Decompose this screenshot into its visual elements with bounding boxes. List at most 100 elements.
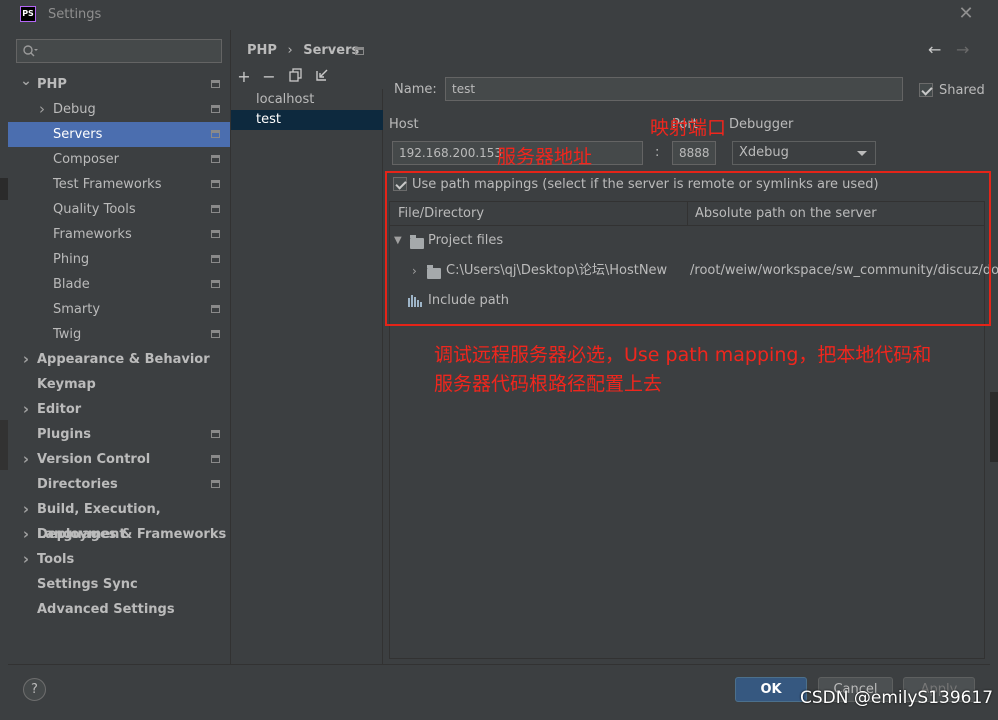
sidebar-item-label: Servers: [53, 127, 103, 142]
sidebar-item-settings-sync[interactable]: Settings Sync: [8, 572, 230, 597]
project-scope-icon: [211, 480, 220, 488]
sidebar-item-build-execution-deployment[interactable]: › Build, Execution, Deployment: [8, 497, 230, 542]
server-item-localhost[interactable]: localhost: [231, 90, 383, 110]
port-separator: :: [655, 145, 660, 160]
annotation-port-map: 映射端口: [650, 117, 727, 139]
sidebar-item-label: Keymap: [37, 377, 96, 392]
breadcrumb-php[interactable]: PHP: [247, 43, 277, 58]
sidebar-item-label: Advanced Settings: [37, 602, 175, 617]
watermark: CSDN @emilyS139617: [800, 688, 994, 708]
annotation-highlight-box: [385, 171, 991, 326]
sidebar-item-phing[interactable]: Phing: [8, 247, 230, 272]
sidebar-item-languages-frameworks[interactable]: › Languages & Frameworks: [8, 522, 230, 547]
host-label: Host: [389, 117, 419, 132]
bottom-divider: [8, 664, 990, 665]
sidebar-item-label: Frameworks: [53, 227, 132, 242]
copy-icon[interactable]: [288, 68, 304, 86]
sidebar-item-blade[interactable]: Blade: [8, 272, 230, 297]
sidebar-item-servers[interactable]: Servers: [8, 122, 230, 147]
debugger-select[interactable]: Xdebug: [732, 141, 876, 165]
port-input[interactable]: 8888: [672, 141, 716, 165]
sidebar-item-quality-tools[interactable]: Quality Tools: [8, 197, 230, 222]
project-scope-icon: [211, 230, 220, 238]
sidebar-item-label: Quality Tools: [53, 202, 136, 217]
project-scope-icon: [211, 180, 220, 188]
chevron-right-icon[interactable]: ›: [20, 547, 32, 572]
debugger-value: Xdebug: [739, 145, 789, 160]
project-scope-icon: [355, 47, 364, 55]
add-icon[interactable]: +: [236, 68, 252, 86]
name-input[interactable]: test: [445, 77, 903, 101]
sidebar-item-debug[interactable]: › Debug: [8, 97, 230, 122]
sidebar-item-label: Twig: [53, 327, 82, 342]
breadcrumb-servers: Servers: [303, 43, 360, 58]
sidebar-item-label: Directories: [37, 477, 118, 492]
sidebar-item-label: Settings Sync: [37, 577, 138, 592]
sidebar-item-label: Phing: [53, 252, 90, 267]
sidebar-item-keymap[interactable]: Keymap: [8, 372, 230, 397]
sidebar-item-frameworks[interactable]: Frameworks: [8, 222, 230, 247]
background-edge: [0, 420, 8, 470]
server-item-test[interactable]: test: [231, 110, 383, 130]
sidebar-item-label: Composer: [53, 152, 120, 167]
ok-button[interactable]: OK: [735, 677, 807, 702]
phpstorm-logo-icon: PS: [20, 6, 36, 22]
sidebar-item-test-frameworks[interactable]: Test Frameworks: [8, 172, 230, 197]
chevron-down-icon[interactable]: ⌄: [20, 72, 32, 97]
chevron-right-icon[interactable]: ›: [20, 397, 32, 422]
sidebar-item-composer[interactable]: Composer: [8, 147, 230, 172]
background-edge: [990, 392, 998, 462]
sidebar-item-version-control[interactable]: › Version Control: [8, 447, 230, 472]
sidebar-item-editor[interactable]: › Editor: [8, 397, 230, 422]
sidebar-item-php[interactable]: ⌄ PHP: [8, 72, 230, 97]
breadcrumb-separator: ›: [287, 43, 293, 58]
project-scope-icon: [211, 105, 220, 113]
debugger-label: Debugger: [729, 117, 794, 132]
project-scope-icon: [211, 155, 220, 163]
servers-toolbar: + −: [236, 68, 382, 88]
annotation-note-line-2: 服务器代码根路径配置上去: [434, 373, 663, 395]
sidebar-item-label: PHP: [37, 77, 67, 92]
sidebar-item-tools[interactable]: › Tools: [8, 547, 230, 572]
sidebar-item-label: Tools: [37, 552, 75, 567]
project-scope-icon: [211, 455, 220, 463]
sidebar-item-label: Languages & Frameworks: [37, 527, 227, 542]
chevron-right-icon[interactable]: ›: [36, 97, 48, 122]
chevron-right-icon[interactable]: ›: [20, 497, 32, 522]
breadcrumb: PHP › Servers: [247, 43, 359, 58]
name-label: Name:: [394, 82, 437, 97]
forward-arrow-icon[interactable]: →: [956, 40, 969, 59]
servers-list: localhost test: [231, 89, 383, 664]
project-scope-icon: [211, 280, 220, 288]
settings-search-input[interactable]: [16, 39, 222, 63]
background-edge: [0, 178, 8, 200]
chevron-right-icon[interactable]: ›: [20, 447, 32, 472]
sidebar-item-directories[interactable]: Directories: [8, 472, 230, 497]
remove-icon[interactable]: −: [261, 68, 277, 86]
chevron-right-icon[interactable]: ›: [20, 347, 32, 372]
search-icon: [23, 45, 38, 57]
sidebar-item-label: Blade: [53, 277, 90, 292]
sidebar-item-label: Test Frameworks: [53, 177, 162, 192]
close-icon[interactable]: ✕: [957, 4, 975, 24]
import-icon[interactable]: [314, 68, 330, 86]
annotation-server-address: 服务器地址: [497, 146, 593, 168]
chevron-right-icon[interactable]: ›: [20, 522, 32, 547]
sidebar-item-smarty[interactable]: Smarty: [8, 297, 230, 322]
sidebar-item-label: Smarty: [53, 302, 101, 317]
shared-label: Shared: [939, 83, 985, 98]
sidebar-item-plugins[interactable]: Plugins: [8, 422, 230, 447]
project-scope-icon: [211, 80, 220, 88]
sidebar-item-label: Editor: [37, 402, 82, 417]
back-arrow-icon[interactable]: ←: [928, 40, 941, 59]
project-scope-icon: [211, 130, 220, 138]
sidebar-item-twig[interactable]: Twig: [8, 322, 230, 347]
sidebar-item-label: Version Control: [37, 452, 151, 467]
help-button[interactable]: ?: [23, 678, 46, 701]
sidebar-item-label: Plugins: [37, 427, 91, 442]
project-scope-icon: [211, 330, 220, 338]
project-scope-icon: [211, 430, 220, 438]
shared-checkbox[interactable]: [919, 83, 933, 97]
sidebar-item-appearance-behavior[interactable]: › Appearance & Behavior: [8, 347, 230, 372]
sidebar-item-advanced-settings[interactable]: Advanced Settings: [8, 597, 230, 622]
